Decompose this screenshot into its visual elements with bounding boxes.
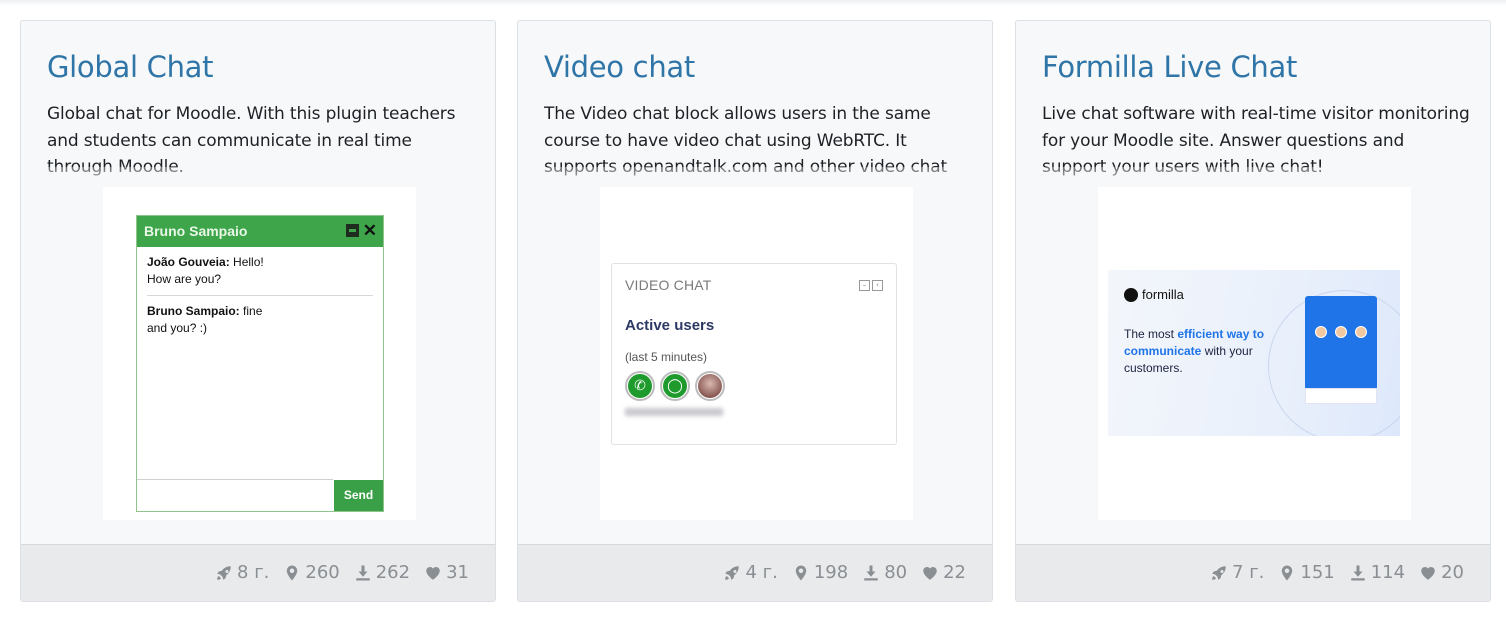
chat-bubble-icon bbox=[1124, 287, 1138, 302]
map-marker-icon bbox=[1282, 565, 1293, 580]
close-icon: ✕ bbox=[362, 221, 377, 240]
stat-age: 4 г. bbox=[723, 562, 778, 583]
stat-downloads: 114 bbox=[1349, 562, 1405, 583]
rocket-icon bbox=[1212, 565, 1226, 580]
stat-age-value: 7 г. bbox=[1232, 562, 1265, 583]
stat-sites: 260 bbox=[283, 562, 340, 583]
plugin-stats: 4 г. 198 80 22 bbox=[723, 562, 966, 583]
message-sender: João Gouveia: bbox=[147, 255, 230, 269]
chat-window: Bruno Sampaio ✕ João Gouveia: Hello! How… bbox=[136, 215, 384, 512]
plugin-screenshot[interactable]: Bruno Sampaio ✕ João Gouveia: Hello! How… bbox=[103, 187, 416, 520]
heart-icon bbox=[1421, 566, 1435, 580]
plugin-stats: 7 г. 151 114 20 bbox=[1210, 562, 1464, 583]
chat-header-name: Bruno Sampaio bbox=[144, 223, 248, 239]
plugin-description: Live chat software with real-time visito… bbox=[1042, 101, 1470, 196]
chat-message: João Gouveia: Hello! How are you? bbox=[137, 247, 383, 295]
avatar bbox=[695, 371, 725, 401]
dock-icon: ‹ bbox=[872, 280, 883, 291]
plugin-title[interactable]: Global Chat bbox=[47, 48, 214, 86]
block-title: VIDEO CHAT bbox=[625, 277, 712, 293]
heart-icon bbox=[426, 566, 440, 580]
stat-age-value: 4 г. bbox=[745, 562, 778, 583]
send-button: Send bbox=[334, 480, 383, 511]
stat-sites: 151 bbox=[1278, 562, 1335, 583]
stat-downloads-value: 114 bbox=[1370, 562, 1406, 583]
plugin-screenshot[interactable]: formilla The most efficient way to commu… bbox=[1098, 187, 1411, 520]
user-actions: ✆ ◯ bbox=[625, 371, 725, 401]
stat-sites-value: 151 bbox=[1300, 562, 1335, 583]
stat-sites-value: 260 bbox=[305, 562, 340, 583]
card-footer: 4 г. 198 80 22 bbox=[518, 544, 992, 601]
plugin-card-video-chat[interactable]: Video chat The Video chat block allows u… bbox=[517, 20, 993, 602]
message-text: fine bbox=[243, 304, 263, 318]
plugin-screenshot[interactable]: VIDEO CHAT – ‹ Active users (last 5 minu… bbox=[600, 187, 913, 520]
stat-downloads: 80 bbox=[862, 562, 907, 583]
chat-widget-mockup bbox=[1305, 296, 1377, 404]
stat-favourites: 31 bbox=[424, 562, 469, 583]
map-marker-icon bbox=[287, 565, 298, 580]
collapse-icon: – bbox=[859, 280, 870, 291]
plugin-description: Global chat for Moodle. With this plugin… bbox=[47, 101, 475, 196]
plugin-card-global-chat[interactable]: Global Chat Global chat for Moodle. With… bbox=[20, 20, 496, 602]
download-icon bbox=[355, 565, 370, 580]
minimize-icon bbox=[345, 224, 359, 237]
avatar bbox=[1355, 326, 1367, 338]
message-text: How are you? bbox=[147, 272, 222, 286]
stat-downloads-value: 262 bbox=[375, 562, 411, 583]
message-text: Hello! bbox=[233, 255, 264, 269]
plugin-title[interactable]: Video chat bbox=[544, 48, 695, 86]
active-users-subheading: (last 5 minutes) bbox=[625, 350, 708, 364]
video-chat-block: VIDEO CHAT – ‹ Active users (last 5 minu… bbox=[611, 263, 897, 445]
heart-icon bbox=[923, 566, 937, 580]
message-text: and you? :) bbox=[147, 321, 208, 335]
chat-input bbox=[137, 479, 333, 511]
message-sender: Bruno Sampaio: bbox=[147, 304, 240, 318]
top-shadow bbox=[0, 0, 1506, 6]
stat-favourites-value: 22 bbox=[943, 562, 966, 583]
download-icon bbox=[1350, 565, 1365, 580]
brand-name: formilla bbox=[1142, 287, 1184, 302]
chat-bubble-icon: ◯ bbox=[660, 371, 690, 401]
map-marker-icon bbox=[795, 565, 807, 580]
stat-downloads: 262 bbox=[354, 562, 410, 583]
avatar bbox=[1335, 326, 1347, 338]
chat-message: Bruno Sampaio: fine and you? :) bbox=[137, 296, 383, 344]
plugin-description: The Video chat block allows users in the… bbox=[544, 101, 972, 196]
stat-favourites-value: 20 bbox=[1441, 562, 1464, 583]
stat-favourites-value: 31 bbox=[446, 562, 469, 583]
stat-downloads-value: 80 bbox=[884, 562, 908, 583]
chat-window-header: Bruno Sampaio ✕ bbox=[137, 216, 383, 247]
stat-age: 8 г. bbox=[215, 562, 269, 583]
stat-sites-value: 198 bbox=[813, 562, 849, 583]
blurred-username bbox=[625, 408, 723, 416]
plugin-card-formilla-live-chat[interactable]: Formilla Live Chat Live chat software wi… bbox=[1015, 20, 1491, 602]
stat-favourites: 20 bbox=[1419, 562, 1464, 583]
rocket-icon bbox=[725, 565, 740, 580]
stat-age-value: 8 г. bbox=[237, 562, 270, 583]
active-users-heading: Active users bbox=[625, 317, 715, 334]
stat-favourites: 22 bbox=[921, 562, 966, 583]
formilla-banner: formilla The most efficient way to commu… bbox=[1108, 270, 1400, 436]
phone-icon: ✆ bbox=[625, 371, 655, 401]
plugin-title[interactable]: Formilla Live Chat bbox=[1042, 48, 1297, 86]
stat-age: 7 г. bbox=[1210, 562, 1264, 583]
card-footer: 7 г. 151 114 20 bbox=[1016, 544, 1490, 601]
rocket-icon bbox=[217, 565, 231, 580]
avatar bbox=[1315, 326, 1327, 338]
formilla-logo: formilla bbox=[1124, 287, 1184, 302]
download-icon bbox=[864, 565, 878, 580]
plugin-stats: 8 г. 260 262 31 bbox=[215, 562, 469, 583]
card-footer: 8 г. 260 262 31 bbox=[21, 544, 495, 601]
block-controls: – ‹ bbox=[859, 280, 883, 291]
widget-input-bar bbox=[1305, 388, 1377, 404]
tagline-part: The most bbox=[1124, 327, 1178, 341]
stat-sites: 198 bbox=[792, 562, 848, 583]
banner-tagline: The most efficient way to communicate wi… bbox=[1124, 326, 1274, 377]
